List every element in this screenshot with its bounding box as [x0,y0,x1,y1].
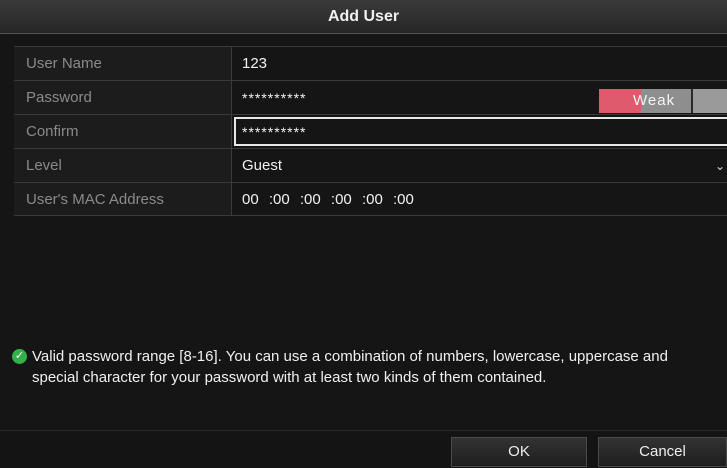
password-hint: ✓ Valid password range [8-16]. You can u… [12,346,712,388]
confirm-password-field[interactable]: ********** [234,117,727,146]
chevron-down-icon[interactable]: ⌄ [715,149,725,183]
password-field[interactable]: ********** Weak [232,81,727,114]
mac-segment[interactable]: :00 [331,183,352,217]
strength-medium-segment: Weak [633,89,691,113]
level-row: Level Guest ⌄ [14,148,727,182]
level-value: Guest [242,157,283,174]
password-label: Password [14,81,232,114]
user-name-row: User Name 123 [14,46,727,80]
add-user-dialog: Add User User Name 123 Password ********… [0,0,727,468]
cancel-button[interactable]: Cancel [598,437,727,467]
dialog-title: Add User [0,0,727,34]
level-select[interactable]: Guest ⌄ [232,149,727,182]
mac-address-field[interactable]: 00 :00 :00 :00 :00 :00 [232,183,727,215]
user-form: User Name 123 Password ********** Weak C… [14,46,727,216]
strength-label: Weak [633,92,676,109]
level-label: Level [14,149,232,182]
confirm-row: Confirm ********** [14,114,727,148]
password-row: Password ********** Weak [14,80,727,114]
user-name-field[interactable]: 123 [232,47,727,80]
password-value: ********** [242,90,307,106]
mac-segment[interactable]: :00 [269,183,290,217]
strength-strong-segment [691,89,727,113]
password-hint-text: Valid password range [8-16]. You can use… [32,348,668,386]
mac-row: User's MAC Address 00 :00 :00 :00 :00 :0… [14,182,727,216]
user-name-label: User Name [14,47,232,80]
mac-label: User's MAC Address [14,183,232,215]
password-strength-meter: Weak [599,89,727,113]
mac-segment[interactable]: :00 [393,183,414,217]
mac-segment[interactable]: 00 [242,183,259,217]
mac-segment[interactable]: :00 [362,183,383,217]
dialog-footer: OK Cancel [0,430,727,468]
check-circle-icon: ✓ [12,349,27,364]
ok-button[interactable]: OK [451,437,587,467]
confirm-field-wrap: ********** [232,115,727,148]
mac-segment[interactable]: :00 [300,183,321,217]
confirm-label: Confirm [14,115,232,148]
